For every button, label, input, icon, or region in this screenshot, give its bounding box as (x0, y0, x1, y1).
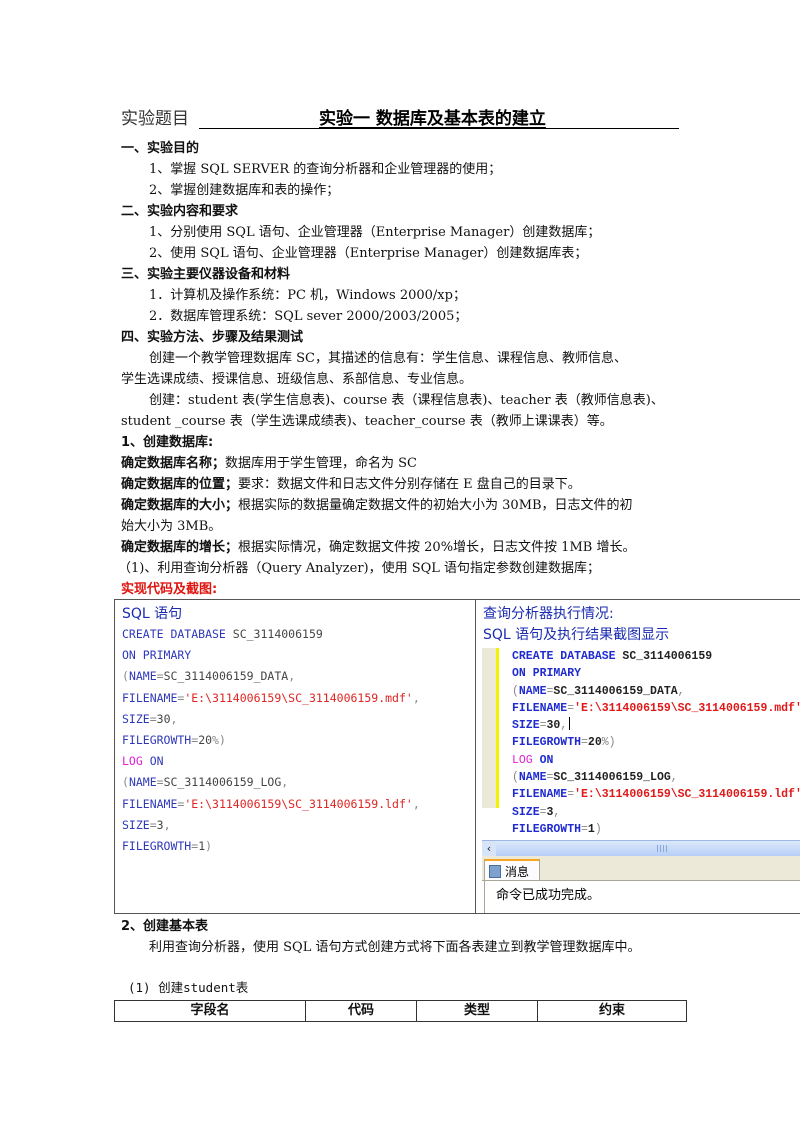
db-rule-location: 确定数据库的位置；要求：数据文件和日志文件分别存储在 E 盘自己的目录下。 (121, 475, 581, 495)
scroll-grip-icon (657, 845, 667, 852)
equipment-item: 1．计算机及操作系统：PC 机，Windows 2000/xp； (149, 288, 466, 303)
section-heading-content: 二、实验内容和要求 (121, 204, 239, 219)
equipment-item: 2．数据库管理系统：SQL sever 2000/2003/2005； (149, 309, 468, 324)
experiment-title: 实验一 数据库及基本表的建立 (319, 109, 546, 129)
sql-heading: SQL 语句 (122, 606, 183, 622)
rule-label: 确定数据库名称； (121, 456, 226, 471)
rule-text: 根据实际情况，确定数据文件按 20%增长，日志文件按 1MB 增长。 (238, 540, 636, 555)
query-analyzer-screenshot: CREATE DATABASE SC_3114006159 ON PRIMARY… (482, 648, 800, 913)
editor-sql-text: CREATE DATABASE SC_3114006159 ON PRIMARY… (512, 650, 800, 836)
horizontal-scrollbar[interactable]: ‹ (482, 840, 800, 856)
screenshot-heading: SQL 语句及执行结果截图显示 (483, 627, 670, 643)
editor-gutter (482, 648, 496, 808)
code-screenshot-table: SQL 语句 CREATE DATABASE SC_3114006159 ON … (114, 599, 800, 914)
scroll-left-arrow-icon[interactable]: ‹ (482, 841, 496, 856)
content-item: 1、分别使用 SQL 语句、企业管理器（Enterprise Manager）创… (149, 225, 601, 240)
rule-text: 始大小为 3MB。 (121, 519, 222, 534)
content-item: 2、使用 SQL 语句、企业管理器（Enterprise Manager）创建数… (149, 246, 588, 261)
purpose-item: 1、掌握 SQL SERVER 的查询分析器和企业管理器的使用； (149, 162, 502, 177)
db-rule-size-cont: 始大小为 3MB。 (121, 517, 221, 537)
column-header-type: 类型 (417, 1001, 538, 1021)
db-rule-size: 确定数据库的大小；根据实际的数据量确定数据文件的初始大小为 30MB，日志文件的… (121, 496, 633, 516)
db-rule-name: 确定数据库名称；数据库用于学生管理，命名为 SC (121, 454, 417, 474)
rule-text: 要求：数据文件和日志文件分别存储在 E 盘自己的目录下。 (238, 477, 581, 492)
column-header-field-name: 字段名 (115, 1001, 306, 1021)
execution-result-cell: 查询分析器执行情况: SQL 语句及执行结果截图显示 CREATE DATABA… (476, 600, 800, 913)
messages-icon (489, 865, 501, 878)
sql-code-block: CREATE DATABASE SC_3114006159 ON PRIMARY… (122, 627, 420, 854)
rule-text: 根据实际的数据量确定数据文件的初始大小为 30MB，日志文件的初 (238, 498, 633, 513)
method-paragraph: 学生选课成绩、授课信息、班级信息、系部信息、专业信息。 (121, 372, 473, 387)
method-paragraph: student _course 表（学生选课成绩表)、teacher_cours… (121, 414, 613, 429)
rule-text: 数据库用于学生管理，命名为 SC (225, 456, 418, 471)
message-pane-border (484, 880, 485, 913)
purpose-item: 2、掌握创建数据库和表的操作； (149, 183, 340, 198)
text-caret (569, 717, 571, 731)
rule-label: 确定数据库的大小； (121, 498, 239, 513)
db-rule-growth: 确定数据库的增长；根据实际情况，确定数据文件按 20%增长，日志文件按 1MB … (121, 538, 635, 558)
result-message: 命令已成功完成。 (496, 888, 601, 903)
tab-messages[interactable]: 消息 (484, 859, 540, 880)
section-heading-equipment: 三、实验主要仪器设备和材料 (121, 267, 291, 282)
change-marker-bar (496, 648, 499, 808)
execution-heading: 查询分析器执行情况: (483, 606, 614, 622)
rule-label: 确定数据库的增长； (121, 540, 239, 555)
method-paragraph: 创建：student 表(学生信息表)、course 表（课程信息表)、teac… (149, 393, 664, 408)
create-db-heading: 1、创建数据库: (121, 435, 214, 450)
create-tables-heading: 2、创建基本表 (121, 919, 209, 934)
tab-messages-label: 消息 (505, 865, 530, 879)
results-tabstrip: 消息 (482, 856, 800, 881)
experiment-title-row: 实验题目 实验一 数据库及基本表的建立 (121, 104, 681, 130)
section-heading-purpose: 一、实验目的 (121, 141, 200, 156)
sql-code-cell: SQL 语句 CREATE DATABASE SC_3114006159 ON … (115, 600, 476, 913)
column-header-constraint: 约束 (598, 1003, 625, 1018)
create-tables-text: 利用查询分析器，使用 SQL 语句方式创建方式将下面各表建立到教学管理数据库中。 (149, 940, 641, 955)
student-table-header: 字段名 代码 类型 约束 (114, 1000, 687, 1022)
column-header-code: 代码 (306, 1001, 417, 1021)
create-db-step: （1)、利用查询分析器（Query Analyzer)，使用 SQL 语句指定参… (118, 561, 601, 576)
document-page: 实验题目 实验一 数据库及基本表的建立 一、实验目的 1、掌握 SQL SERV… (0, 0, 800, 1132)
rule-label: 确定数据库的位置； (121, 477, 239, 492)
student-table-subheading: (1) 创建student表 (128, 980, 249, 995)
title-label: 实验题目 (121, 109, 189, 129)
method-paragraph: 创建一个教学管理数据库 SC，其描述的信息有：学生信息、课程信息、教师信息、 (149, 351, 627, 366)
code-label: 实现代码及截图: (121, 582, 218, 597)
section-heading-method: 四、实验方法、步骤及结果测试 (121, 330, 304, 345)
